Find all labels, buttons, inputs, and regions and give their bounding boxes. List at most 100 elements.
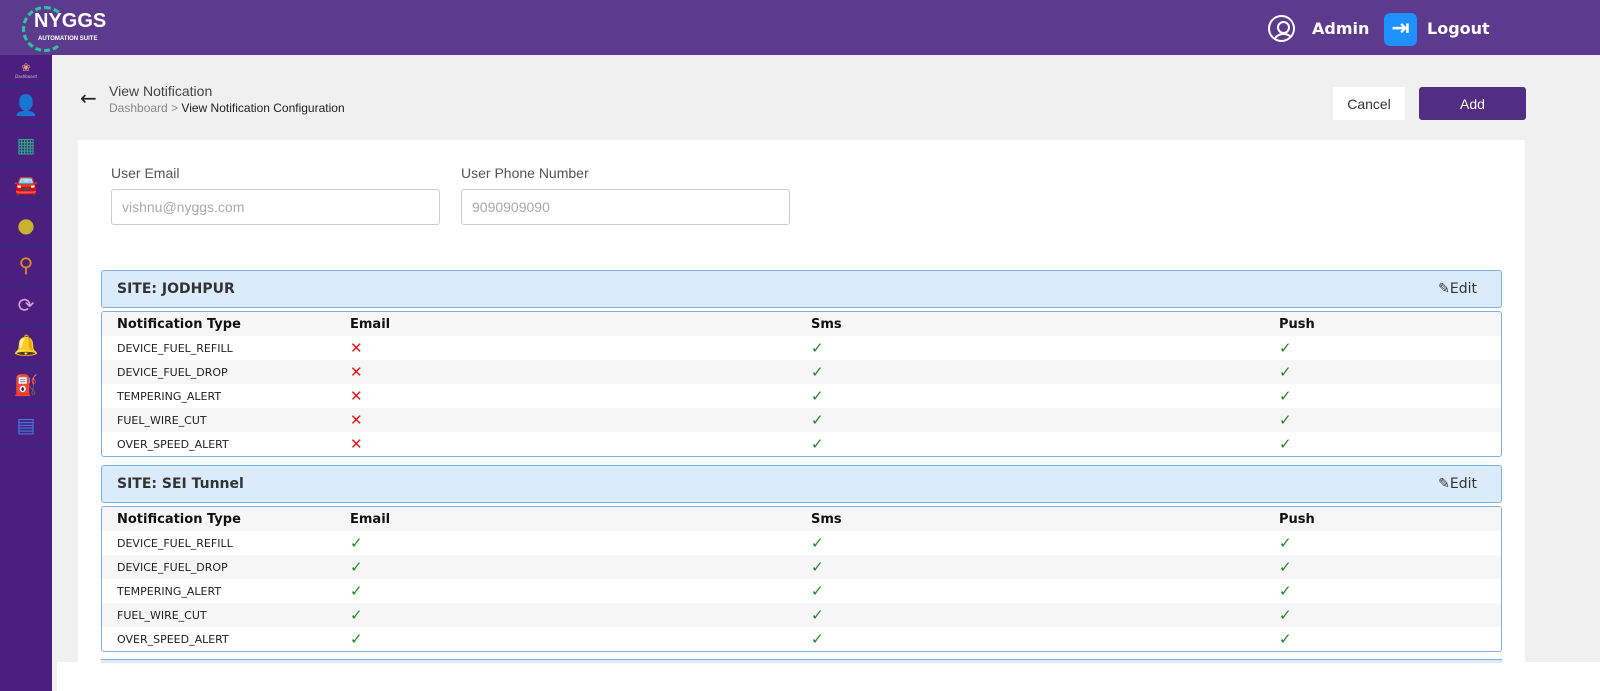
- check-icon: ✓: [1279, 387, 1292, 405]
- table-row: OVER_SPEED_ALERT ✓ ✓ ✓: [102, 627, 1501, 651]
- notification-table: Notification Type Email Sms Push DEVICE_FUEL…: [101, 311, 1502, 457]
- route-icon: ⚲: [18, 252, 34, 277]
- site-title: SITE: SEI Tunnel: [117, 476, 244, 492]
- add-user-icon: 👤: [13, 92, 39, 117]
- notification-card: User Email User Phone Number SITE: JODHP…: [78, 140, 1525, 680]
- check-icon: ✓: [350, 606, 363, 624]
- column-header: Sms: [811, 511, 842, 527]
- logo-text: NYGGS: [34, 10, 107, 32]
- sidebar-item-car[interactable]: 🚘: [0, 165, 52, 205]
- check-icon: ✓: [811, 339, 824, 357]
- check-icon: ✓: [811, 387, 824, 405]
- table-header-row: Notification Type Email Sms Push: [102, 507, 1501, 531]
- user-phone-input[interactable]: [461, 189, 790, 225]
- check-icon: ✓: [1279, 558, 1292, 576]
- check-icon: ✓: [811, 606, 824, 624]
- check-icon: ✓: [1279, 411, 1292, 429]
- page-title: View Notification: [109, 83, 213, 99]
- sidebar-item-location-pin[interactable]: ●: [0, 205, 52, 245]
- logo-subtext: AUTOMATION SUITE: [38, 36, 98, 42]
- cross-icon: ✕: [350, 435, 363, 453]
- notification-type: TEMPERING_ALERT: [117, 584, 222, 598]
- cross-icon: ✕: [350, 387, 363, 405]
- table-row: FUEL_WIRE_CUT ✕ ✓ ✓: [102, 408, 1501, 432]
- column-header: Email: [350, 511, 391, 527]
- store-icon: ▦: [16, 132, 36, 157]
- check-icon: ✓: [350, 630, 363, 648]
- nyggs-logo[interactable]: NYGGS AUTOMATION SUITE: [22, 6, 112, 52]
- scrollbar[interactable]: [1590, 55, 1600, 662]
- sidebar-item-route[interactable]: ⚲: [0, 245, 52, 285]
- table-row: OVER_SPEED_ALERT ✕ ✓ ✓: [102, 432, 1501, 456]
- sidebar-item-vehicle-sync[interactable]: ⟳: [0, 285, 52, 325]
- dashboard-icon: ❀: [21, 60, 31, 74]
- notification-type: OVER_SPEED_ALERT: [117, 632, 229, 646]
- user-name[interactable]: Admin: [1312, 19, 1369, 38]
- sidebar-item-bell-settings[interactable]: 🔔: [0, 325, 52, 365]
- notification-table: Notification Type Email Sms Push DEVICE_FUEL…: [101, 506, 1502, 652]
- logout-icon[interactable]: ⇥: [1384, 13, 1417, 46]
- logout-button[interactable]: Logout: [1427, 19, 1490, 38]
- back-arrow-icon[interactable]: ←: [80, 86, 97, 110]
- breadcrumb-current: View Notification Configuration: [181, 101, 345, 115]
- sidebar: ❀ Dashboard 👤 ▦ 🚘 ● ⚲ ⟳ 🔔 ⛽ ▤: [0, 55, 52, 691]
- sidebar-item-dashboard[interactable]: ❀ Dashboard: [0, 55, 52, 85]
- check-icon: ✓: [1279, 606, 1292, 624]
- breadcrumb-dashboard[interactable]: Dashboard: [109, 101, 168, 115]
- edit-button[interactable]: ✎Edit: [1438, 476, 1477, 492]
- fuel-pump-icon: ⛽: [13, 372, 39, 397]
- report-icon: ▤: [16, 412, 36, 437]
- check-icon: ✓: [350, 582, 363, 600]
- user-avatar-icon[interactable]: [1268, 15, 1295, 42]
- user-email-input[interactable]: [111, 189, 440, 225]
- check-icon: ✓: [811, 582, 824, 600]
- sidebar-item-add-user[interactable]: 👤: [0, 85, 52, 125]
- table-row: DEVICE_FUEL_REFILL ✓ ✓ ✓: [102, 531, 1501, 555]
- cross-icon: ✕: [350, 339, 363, 357]
- site-section-header-partial: [101, 659, 1502, 663]
- sidebar-item-fuel-pump[interactable]: ⛽: [0, 365, 52, 405]
- check-icon: ✓: [350, 534, 363, 552]
- table-row: DEVICE_FUEL_REFILL ✕ ✓ ✓: [102, 336, 1501, 360]
- sidebar-item-label: Dashboard: [15, 73, 37, 79]
- cross-icon: ✕: [350, 411, 363, 429]
- notification-type: DEVICE_FUEL_REFILL: [117, 341, 233, 355]
- column-header: Push: [1279, 511, 1315, 527]
- location-pin-icon: ●: [17, 212, 35, 237]
- check-icon: ✓: [1279, 363, 1292, 381]
- check-icon: ✓: [811, 411, 824, 429]
- pencil-icon: ✎: [1438, 281, 1450, 297]
- bell-settings-icon: 🔔: [13, 332, 39, 357]
- sidebar-item-report[interactable]: ▤: [0, 405, 52, 445]
- cross-icon: ✕: [350, 363, 363, 381]
- vehicle-sync-icon: ⟳: [17, 292, 35, 317]
- site-section: SITE: JODHPUR ✎Edit Notification Type Email…: [101, 270, 1502, 457]
- table-row: DEVICE_FUEL_DROP ✕ ✓ ✓: [102, 360, 1501, 384]
- column-header: Push: [1279, 316, 1315, 332]
- check-icon: ✓: [811, 630, 824, 648]
- column-header: Email: [350, 316, 391, 332]
- notification-type: TEMPERING_ALERT: [117, 389, 222, 403]
- table-header-row: Notification Type Email Sms Push: [102, 312, 1501, 336]
- check-icon: ✓: [1279, 435, 1292, 453]
- edit-button[interactable]: ✎Edit: [1438, 281, 1477, 297]
- column-header: Notification Type: [117, 316, 241, 332]
- sidebar-item-store[interactable]: ▦: [0, 125, 52, 165]
- column-header: Notification Type: [117, 511, 241, 527]
- add-button[interactable]: Add: [1419, 87, 1526, 120]
- breadcrumb-separator: >: [171, 101, 179, 115]
- top-bar: NYGGS AUTOMATION SUITE Admin ⇥ Logout: [0, 0, 1600, 55]
- car-icon: 🚘: [13, 172, 39, 197]
- check-icon: ✓: [1279, 630, 1292, 648]
- check-icon: ✓: [811, 363, 824, 381]
- notification-type: DEVICE_FUEL_REFILL: [117, 536, 233, 550]
- table-row: DEVICE_FUEL_DROP ✓ ✓ ✓: [102, 555, 1501, 579]
- check-icon: ✓: [811, 534, 824, 552]
- cancel-button[interactable]: Cancel: [1333, 87, 1405, 120]
- notification-type: FUEL_WIRE_CUT: [117, 608, 207, 622]
- check-icon: ✓: [1279, 582, 1292, 600]
- check-icon: ✓: [1279, 534, 1292, 552]
- table-row: TEMPERING_ALERT ✓ ✓ ✓: [102, 579, 1501, 603]
- site-section: SITE: SEI Tunnel ✎Edit Notification Type Em…: [101, 465, 1502, 652]
- table-row: TEMPERING_ALERT ✕ ✓ ✓: [102, 384, 1501, 408]
